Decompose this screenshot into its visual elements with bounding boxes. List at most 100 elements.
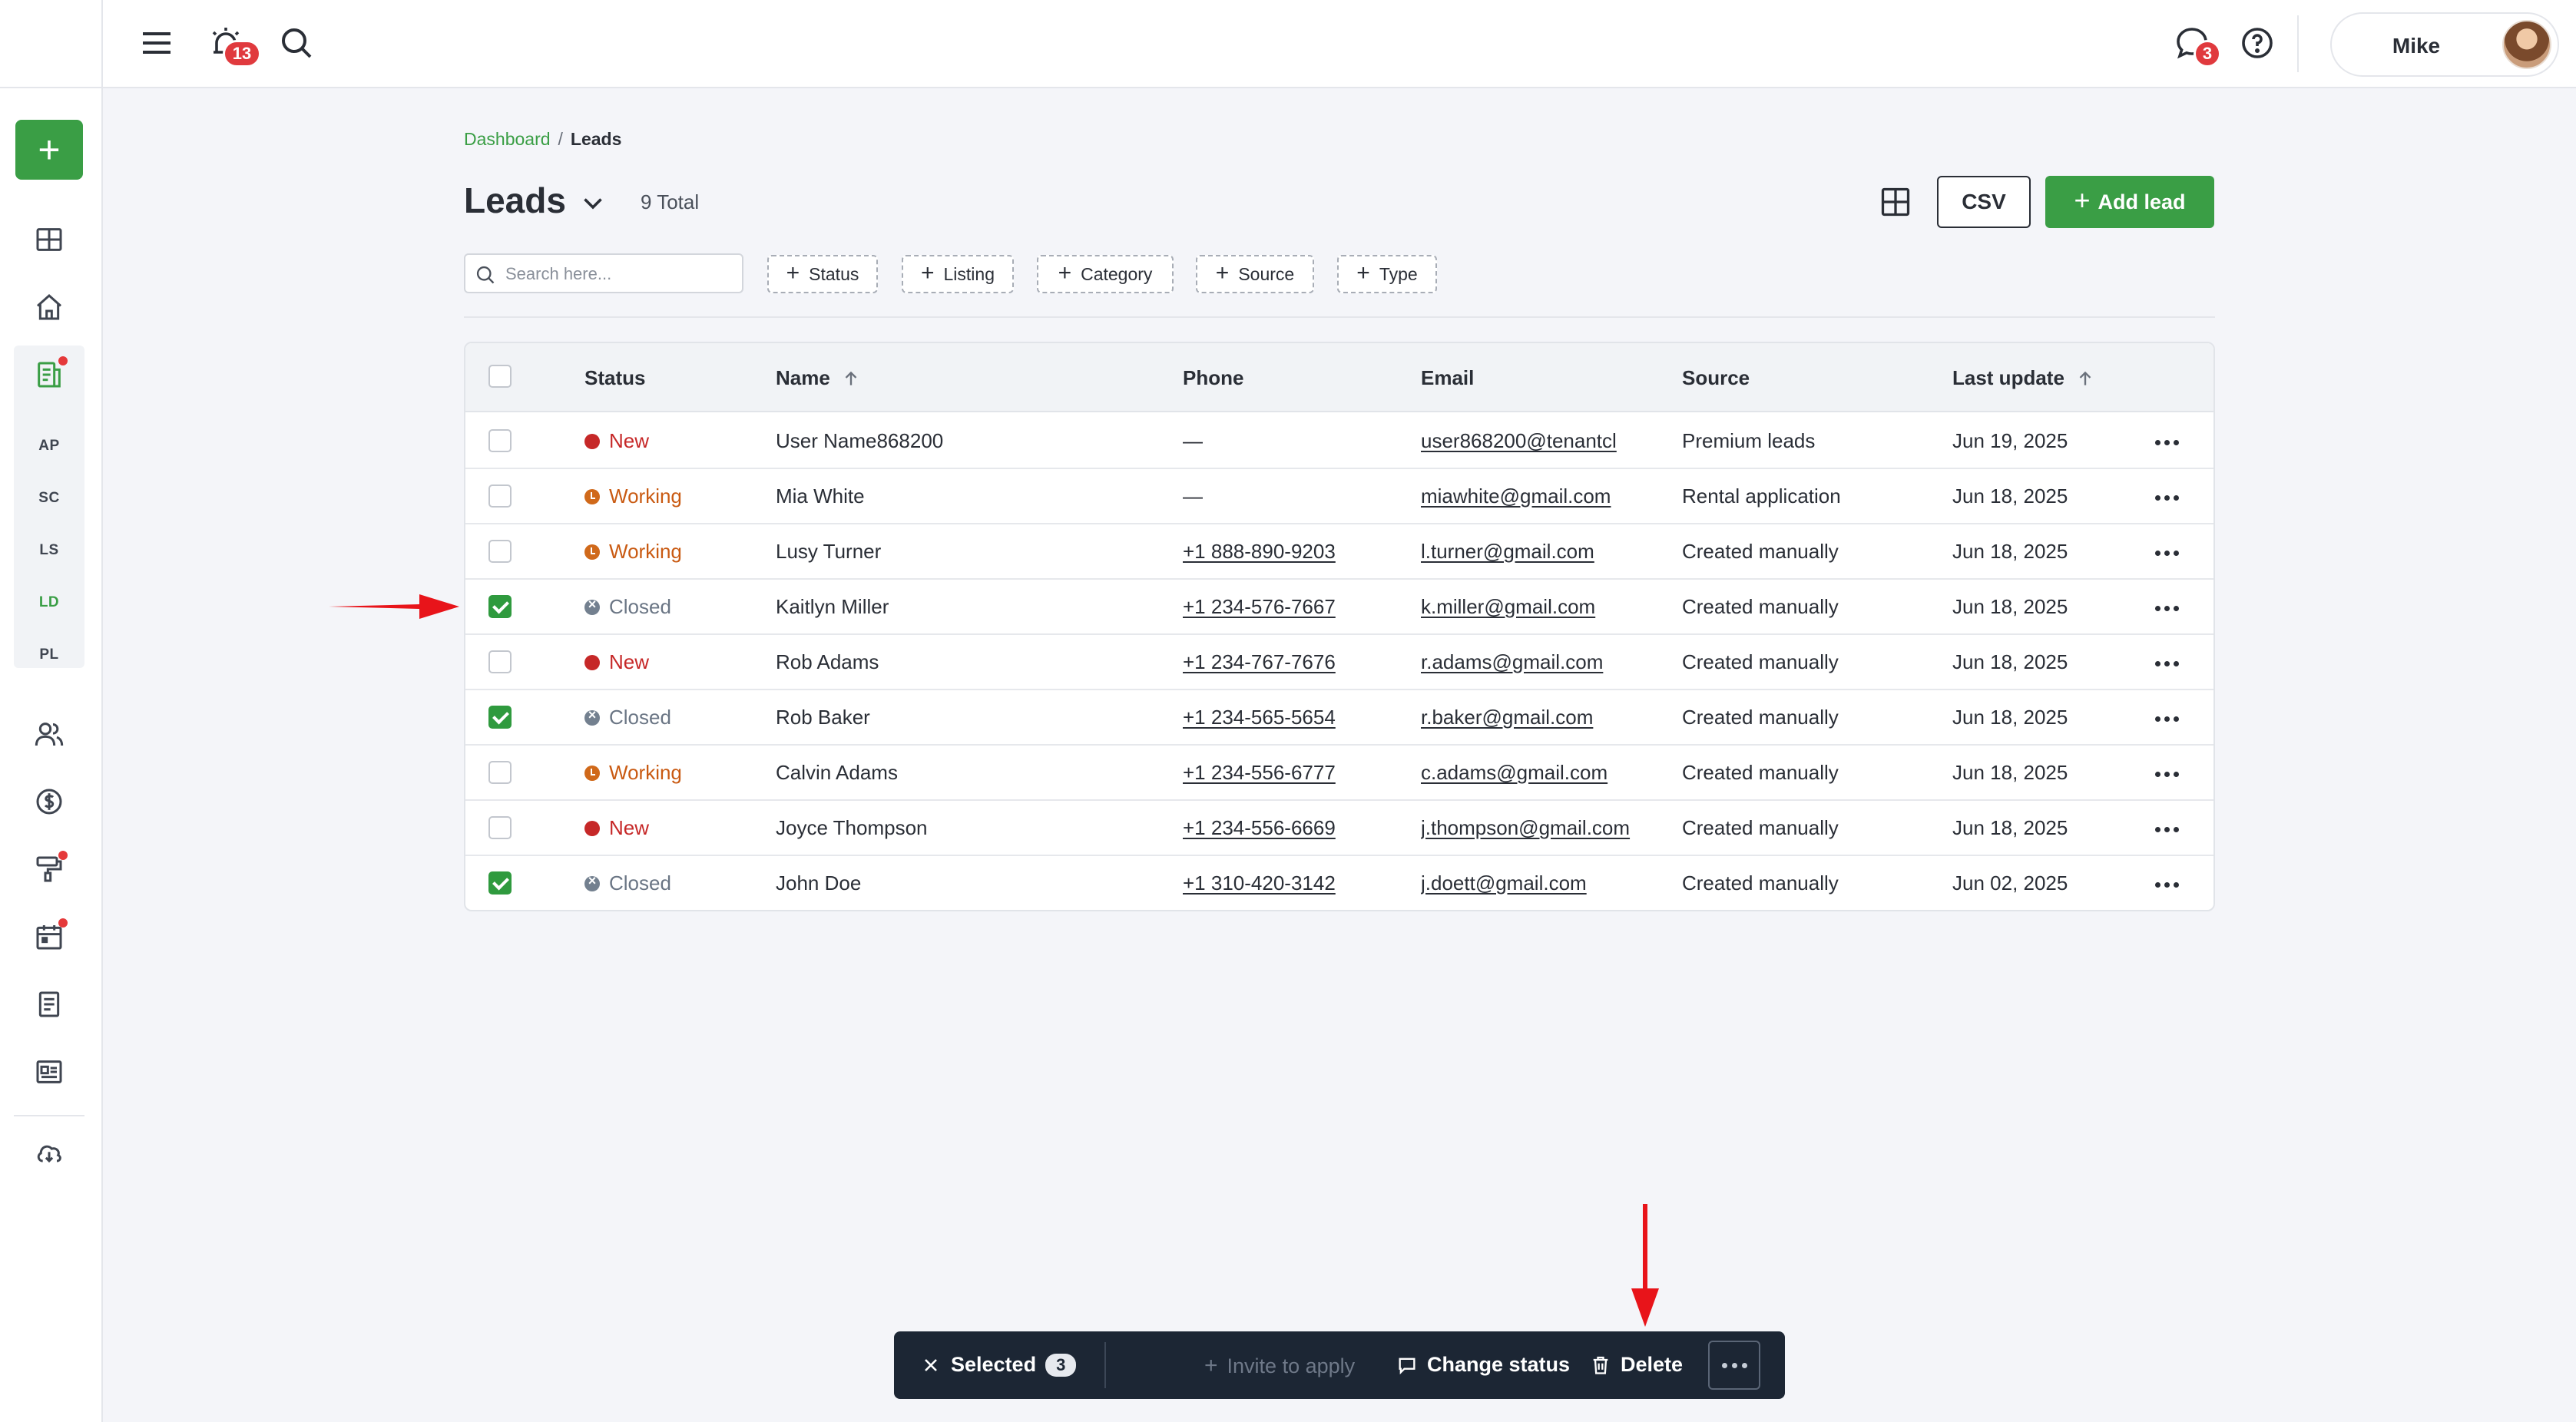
invite-to-apply-button[interactable]: + Invite to apply: [1204, 1353, 1355, 1379]
table-row[interactable]: Working Lusy Turner +1 888-890-9203 l.tu…: [465, 524, 2213, 580]
lead-name[interactable]: Rob Baker: [776, 706, 870, 729]
row-checkbox[interactable]: [488, 595, 512, 618]
sidebar-item-maintenance[interactable]: [29, 849, 69, 889]
add-lead-button[interactable]: + Add lead: [2045, 176, 2214, 228]
user-menu-button[interactable]: Mike: [2330, 12, 2559, 77]
row-checkbox[interactable]: [488, 871, 512, 895]
lead-phone[interactable]: +1 888-890-9203: [1183, 540, 1336, 564]
lead-email[interactable]: r.baker@gmail.com: [1421, 706, 1636, 729]
sidebar-item-listings[interactable]: [29, 1052, 69, 1092]
create-new-button[interactable]: +: [15, 120, 83, 180]
lead-email[interactable]: l.turner@gmail.com: [1421, 540, 1636, 564]
lead-source: Premium leads: [1682, 429, 1816, 452]
sidebar-item-ld[interactable]: LD: [0, 594, 98, 611]
csv-export-button[interactable]: CSV: [1937, 176, 2031, 228]
column-header-phone[interactable]: Phone: [1183, 366, 1243, 390]
row-more-actions-button[interactable]: [2155, 495, 2179, 501]
sidebar-item-reports[interactable]: [29, 984, 69, 1024]
sidebar-item-accounting[interactable]: [29, 782, 69, 822]
filter-category-button[interactable]: + Category: [1037, 255, 1174, 293]
select-all-checkbox[interactable]: [488, 365, 512, 388]
lead-email[interactable]: c.adams@gmail.com: [1421, 761, 1636, 785]
table-row[interactable]: New User Name868200 — user868200@tenantc…: [465, 414, 2213, 469]
row-checkbox[interactable]: [488, 706, 512, 729]
chevron-down-icon[interactable]: [579, 189, 607, 217]
table-row[interactable]: Working Mia White — miawhite@gmail.com R…: [465, 469, 2213, 524]
sidebar-item-people[interactable]: [29, 714, 69, 754]
sidebar-item-pl[interactable]: PL: [0, 647, 98, 663]
search-input[interactable]: [505, 263, 736, 286]
row-checkbox[interactable]: [488, 484, 512, 508]
table-row[interactable]: Closed Kaitlyn Miller +1 234-576-7667 k.…: [465, 580, 2213, 635]
sidebar-item-download[interactable]: [29, 1133, 69, 1173]
lead-name[interactable]: Calvin Adams: [776, 761, 898, 785]
lead-name[interactable]: User Name868200: [776, 429, 943, 453]
change-status-button[interactable]: Change status: [1396, 1353, 1570, 1377]
lead-phone[interactable]: +1 234-556-6777: [1183, 761, 1336, 785]
lead-name[interactable]: Mia White: [776, 484, 865, 508]
filter-listing-button[interactable]: + Listing: [902, 255, 1014, 293]
filter-type-button[interactable]: + Type: [1337, 255, 1437, 293]
lead-email[interactable]: j.thompson@gmail.com: [1421, 816, 1636, 840]
sidebar-item-properties[interactable]: [29, 287, 69, 327]
table-row[interactable]: Closed Rob Baker +1 234-565-5654 r.baker…: [465, 690, 2213, 746]
row-more-actions-button[interactable]: [2155, 716, 2179, 722]
table-row[interactable]: New Joyce Thompson +1 234-556-6669 j.tho…: [465, 801, 2213, 856]
page-title[interactable]: Leads: [464, 180, 566, 221]
row-more-actions-button[interactable]: [2155, 882, 2179, 888]
row-more-actions-button[interactable]: [2155, 440, 2179, 445]
lead-phone[interactable]: +1 234-556-6669: [1183, 816, 1336, 840]
row-checkbox[interactable]: [488, 816, 512, 839]
lead-phone[interactable]: +1 234-565-5654: [1183, 706, 1336, 729]
menu-toggle-button[interactable]: [134, 21, 180, 64]
row-more-actions-button[interactable]: [2155, 606, 2179, 611]
column-header-last-update[interactable]: Last update: [1952, 366, 2095, 390]
sidebar-item-leasing[interactable]: [29, 355, 69, 395]
table-row[interactable]: Closed John Doe +1 310-420-3142 j.doett@…: [465, 856, 2213, 910]
lead-email[interactable]: miawhite@gmail.com: [1421, 484, 1636, 508]
more-actions-button[interactable]: [1708, 1341, 1760, 1390]
row-more-actions-button[interactable]: [2155, 772, 2179, 777]
lead-email[interactable]: user868200@tenantcl: [1421, 429, 1636, 453]
delete-button[interactable]: Delete: [1590, 1353, 1683, 1377]
lead-phone[interactable]: +1 234-767-7676: [1183, 650, 1336, 674]
clear-selection-button[interactable]: Selected 3: [920, 1353, 1077, 1377]
sidebar-item-calendar[interactable]: [29, 917, 69, 957]
lead-phone[interactable]: +1 310-420-3142: [1183, 871, 1336, 895]
status-label: Working: [609, 540, 682, 563]
search-box[interactable]: [464, 253, 743, 293]
lead-name[interactable]: Joyce Thompson: [776, 816, 928, 840]
lead-email[interactable]: k.miller@gmail.com: [1421, 595, 1636, 619]
column-header-name[interactable]: Name: [776, 366, 861, 390]
sidebar-item-sc[interactable]: SC: [0, 490, 98, 507]
row-more-actions-button[interactable]: [2155, 661, 2179, 666]
sidebar-item-ap[interactable]: AP: [0, 438, 98, 455]
table-row[interactable]: New Rob Adams +1 234-767-7676 r.adams@gm…: [465, 635, 2213, 690]
lead-email[interactable]: r.adams@gmail.com: [1421, 650, 1636, 674]
row-checkbox[interactable]: [488, 429, 512, 452]
sidebar-item-ls[interactable]: LS: [0, 542, 98, 559]
row-checkbox[interactable]: [488, 761, 512, 784]
sidebar-item-dashboard[interactable]: [29, 220, 69, 260]
table-row[interactable]: Working Calvin Adams +1 234-556-6777 c.a…: [465, 746, 2213, 801]
row-checkbox[interactable]: [488, 540, 512, 563]
filter-source-button[interactable]: + Source: [1196, 255, 1314, 293]
lead-email[interactable]: j.doett@gmail.com: [1421, 871, 1636, 895]
lead-phone[interactable]: +1 234-576-7667: [1183, 595, 1336, 619]
row-checkbox[interactable]: [488, 650, 512, 673]
search-button[interactable]: [273, 21, 320, 64]
column-header-email[interactable]: Email: [1421, 366, 1474, 390]
lead-name[interactable]: Kaitlyn Miller: [776, 595, 889, 619]
grid-view-button[interactable]: [1872, 183, 1919, 221]
lead-name[interactable]: Rob Adams: [776, 650, 879, 674]
lead-name[interactable]: Lusy Turner: [776, 540, 881, 564]
lead-name[interactable]: John Doe: [776, 871, 861, 895]
breadcrumb-dashboard-link[interactable]: Dashboard: [464, 129, 551, 149]
lead-last-update: Jun 18, 2025: [1952, 595, 2068, 618]
help-button[interactable]: [2234, 21, 2280, 64]
column-header-status[interactable]: Status: [584, 366, 645, 390]
row-more-actions-button[interactable]: [2155, 551, 2179, 556]
filter-status-button[interactable]: + Status: [767, 255, 878, 293]
row-more-actions-button[interactable]: [2155, 827, 2179, 832]
column-header-source[interactable]: Source: [1682, 366, 1750, 390]
